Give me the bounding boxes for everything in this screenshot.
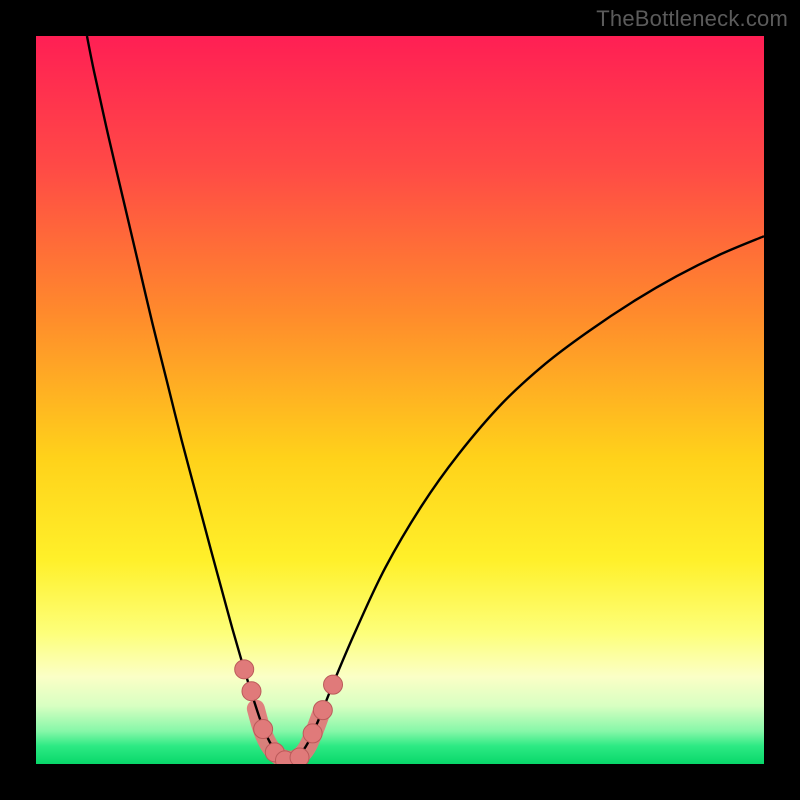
curve-dot [235, 660, 254, 679]
curve-dot [303, 724, 322, 743]
watermark-text: TheBottleneck.com [596, 6, 788, 32]
curve-dot [242, 682, 261, 701]
curve-dot [324, 675, 343, 694]
plot-area [36, 36, 764, 764]
bottleneck-curve [87, 36, 764, 760]
curve-dot [313, 701, 332, 720]
curve-dot [290, 748, 309, 764]
chart-frame: TheBottleneck.com [0, 0, 800, 800]
curve-layer [36, 36, 764, 764]
curve-dot [254, 720, 273, 739]
